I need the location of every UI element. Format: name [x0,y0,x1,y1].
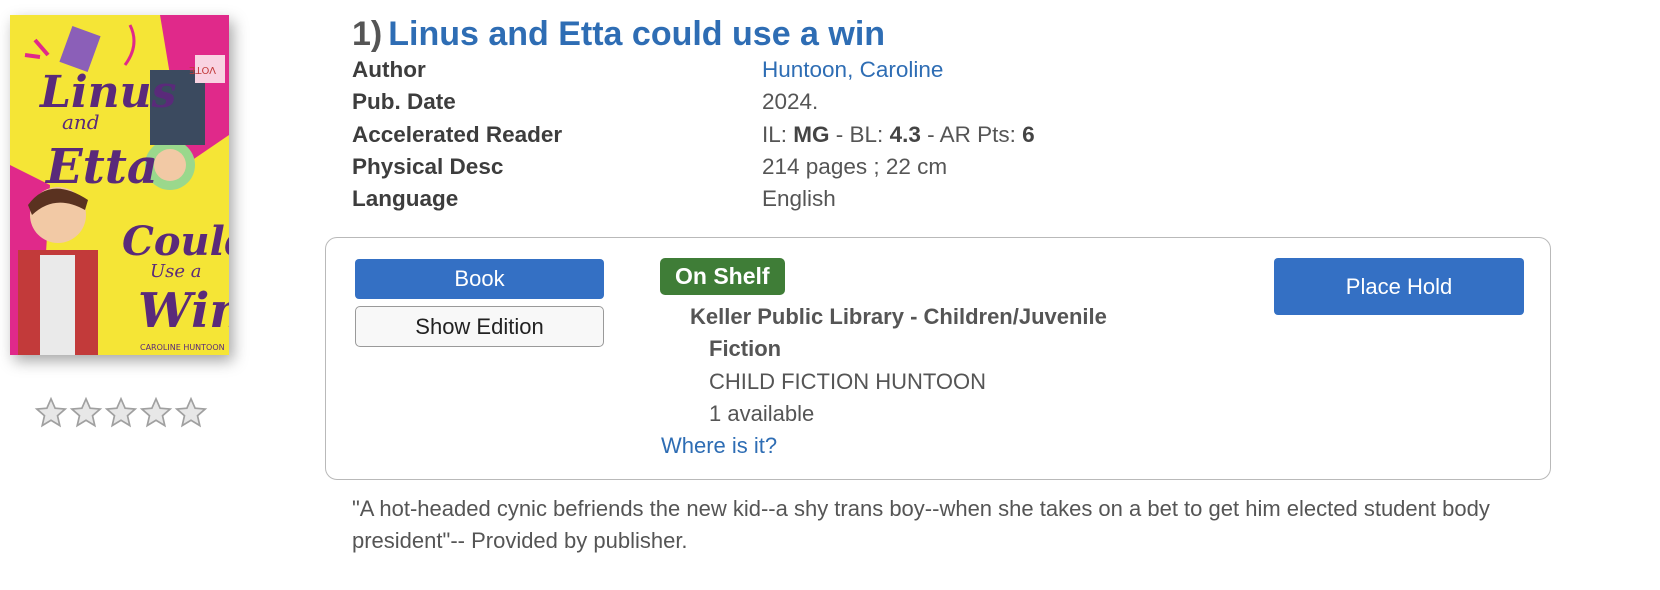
star-empty-icon[interactable] [139,396,173,430]
svg-text:and: and [62,110,100,134]
call-number: CHILD FICTION HUNTOON [709,369,987,394]
ar-value: IL: MG - BL: 4.3 - AR Pts: 6 [762,122,1035,148]
svg-text:Could: Could [122,218,229,265]
holdings-panel: Book Show Edition On Shelf Keller Public… [325,237,1551,480]
place-hold-button[interactable]: Place Hold [1274,258,1524,315]
title-link[interactable]: Linus and Etta could use a win [388,15,885,53]
interest-level: MG [793,121,830,147]
il-prefix: IL: [762,121,794,147]
bib-fields: Author Huntoon, Caroline Pub. Date 2024.… [352,54,1035,215]
location-label: Keller Public Library - Children/Juvenil… [690,301,1160,365]
availability: 1 available [709,401,815,426]
field-value: 214 pages ; 22 cm [762,154,948,180]
field-value: English [762,186,836,212]
field-physical-desc: Physical Desc 214 pages ; 22 cm [352,151,1035,183]
field-label: Author [352,57,426,83]
location-line: Keller Public Library - Children/Juvenil… [690,304,1107,329]
star-empty-icon[interactable] [34,396,68,430]
summary-text: "A hot-headed cynic befriends the new ki… [352,496,1490,553]
svg-text:Use a: Use a [150,261,202,282]
star-empty-icon[interactable] [104,396,138,430]
star-empty-icon[interactable] [69,396,103,430]
show-edition-button[interactable]: Show Edition [355,306,604,347]
field-author: Author Huntoon, Caroline [352,54,1035,86]
result-number: 1) [352,15,383,53]
bl-prefix: - BL: [829,121,890,147]
field-language: Language English [352,183,1035,215]
svg-text:VOTE: VOTE [189,64,216,75]
format-book-button[interactable]: Book [355,259,604,299]
svg-text:Etta: Etta [44,139,158,195]
ar-points: 6 [1022,121,1035,147]
svg-text:Linus: Linus [38,67,176,118]
result-title: 1) Linus and Etta could use a win [352,12,885,56]
field-accelerated-reader: Accelerated Reader IL: MG - BL: 4.3 - AR… [352,119,1035,151]
star-empty-icon[interactable] [174,396,208,430]
field-value: 2024. [762,89,819,115]
field-label: Physical Desc [352,154,504,180]
svg-text:CAROLINE HUNTOON: CAROLINE HUNTOON [140,343,225,352]
status-badge: On Shelf [660,258,785,295]
star-rating[interactable] [34,396,208,430]
where-is-it-link[interactable]: Where is it? [661,430,777,462]
author-link[interactable]: Huntoon, Caroline [762,57,943,82]
ar-prefix: - AR Pts: [920,121,1023,147]
book-cover[interactable]: Linus and Etta Could Use a Win CAROLINE … [10,15,229,355]
cover-title-art: Linus and Etta Could Use a Win CAROLINE … [38,64,229,352]
location-line: Fiction [709,336,782,361]
field-label: Language [352,186,459,212]
field-pub-date: Pub. Date 2024. [352,86,1035,118]
field-label: Pub. Date [352,89,456,115]
svg-text:Win: Win [138,283,229,339]
book-level: 4.3 [889,121,921,147]
field-label: Accelerated Reader [352,121,563,147]
